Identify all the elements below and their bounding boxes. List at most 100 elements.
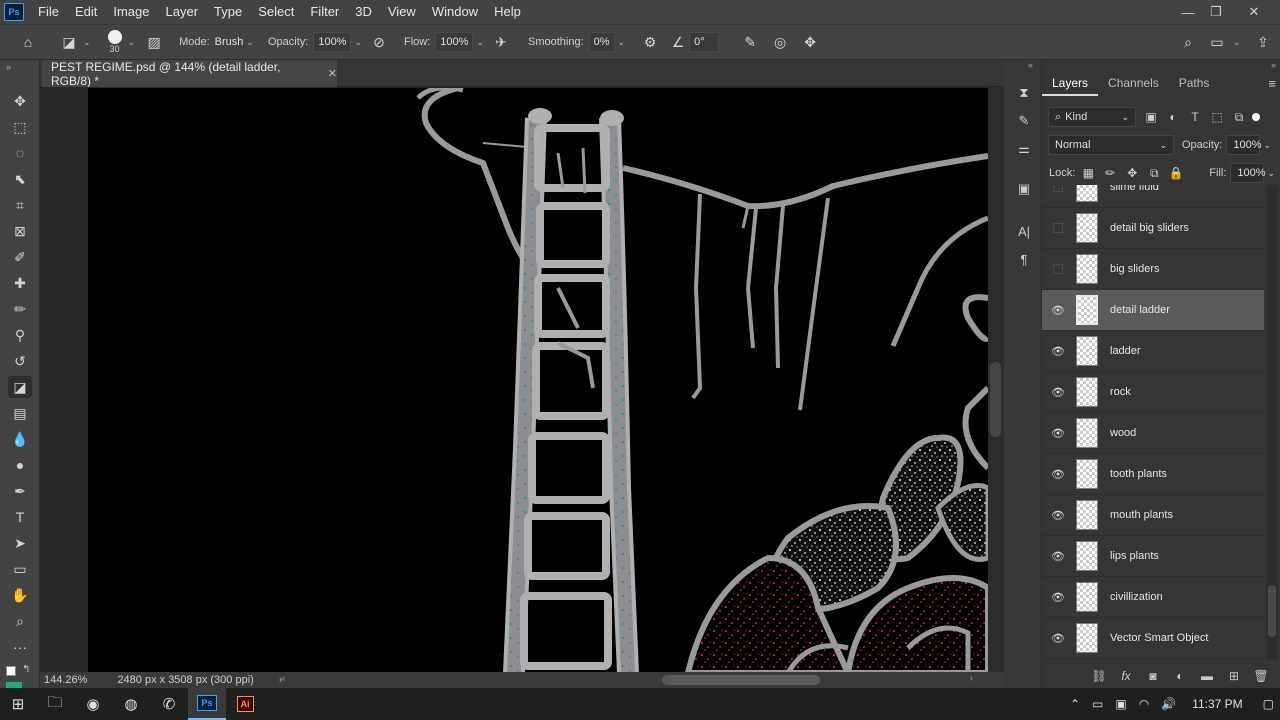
- scroll-left-icon[interactable]: ‹: [282, 673, 285, 684]
- paragraph-panel-icon[interactable]: ¶: [1013, 248, 1035, 270]
- menu-view[interactable]: View: [380, 0, 424, 24]
- add-mask-icon[interactable]: ◙: [1142, 666, 1164, 686]
- chevron-down-icon[interactable]: ⌄: [1267, 168, 1275, 179]
- smoothing-input[interactable]: 0%: [588, 32, 615, 52]
- lasso-tool-icon[interactable]: ◌: [8, 142, 32, 164]
- layer-name[interactable]: rock: [1110, 386, 1131, 398]
- gradient-tool-icon[interactable]: ▤: [8, 402, 32, 424]
- close-tab-icon[interactable]: ✕: [328, 67, 337, 80]
- filter-adjustment-icon[interactable]: ◐: [1162, 107, 1184, 127]
- clock[interactable]: 11:37 PM: [1192, 697, 1242, 711]
- marquee-tool-icon[interactable]: ⬚: [8, 116, 32, 138]
- filter-smart-object-icon[interactable]: ⧉: [1228, 107, 1250, 127]
- rectangle-tool-icon[interactable]: ▭: [8, 558, 32, 580]
- erase-to-history-icon[interactable]: ◎: [769, 31, 791, 53]
- chevron-down-icon[interactable]: ⌄: [246, 37, 254, 48]
- hand-tool-icon[interactable]: ✋: [8, 584, 32, 606]
- layer-opacity-input[interactable]: 100%: [1226, 135, 1262, 155]
- windows-start-icon[interactable]: ⊞: [0, 688, 36, 720]
- menu-3d[interactable]: 3D: [347, 0, 380, 24]
- foreground-color-swatch[interactable]: [6, 666, 16, 676]
- canvas-horizontal-scrollbar[interactable]: ‹ ›: [280, 672, 975, 688]
- layer-thumbnail[interactable]: [1076, 336, 1098, 366]
- brush-settings-icon[interactable]: ▨: [143, 31, 165, 53]
- photoshop-logo-icon[interactable]: Ps: [4, 3, 24, 21]
- collapse-arrows-icon[interactable]: »: [6, 62, 11, 72]
- fill-input[interactable]: 100%: [1230, 163, 1266, 183]
- layer-row[interactable]: 👁 ladder: [1042, 331, 1264, 372]
- layer-name[interactable]: ladder: [1110, 345, 1141, 357]
- pressure-size-icon[interactable]: ✎: [739, 31, 761, 53]
- blend-mode-select[interactable]: Normal ⌄: [1048, 135, 1174, 155]
- chevron-down-icon[interactable]: ⌄: [476, 37, 484, 48]
- menu-select[interactable]: Select: [250, 0, 302, 24]
- eye-icon[interactable]: 👁: [1042, 509, 1074, 522]
- layers-scrollbar[interactable]: [1266, 185, 1278, 659]
- brush-preset-picker[interactable]: 30: [105, 30, 125, 54]
- eraser-tool-icon[interactable]: ◪: [8, 376, 32, 398]
- layer-row[interactable]: slime fluid: [1042, 185, 1264, 208]
- layer-thumbnail[interactable]: [1076, 254, 1098, 284]
- layer-thumbnail[interactable]: [1076, 295, 1098, 325]
- menu-file[interactable]: File: [30, 0, 67, 24]
- filter-toggle-icon[interactable]: [1252, 113, 1260, 121]
- share-icon[interactable]: ⇪: [1252, 31, 1274, 53]
- layer-row[interactable]: 👁 rock: [1042, 372, 1264, 413]
- pen-tool-icon[interactable]: ✒: [8, 480, 32, 502]
- airbrush-icon[interactable]: ✈: [490, 31, 512, 53]
- layer-row[interactable]: 👁 lips plants: [1042, 536, 1264, 577]
- menu-help[interactable]: Help: [486, 0, 529, 24]
- gear-icon[interactable]: ⚙: [639, 31, 661, 53]
- collapse-arrows-icon[interactable]: «: [1028, 60, 1033, 70]
- scrollbar-thumb[interactable]: [990, 362, 1001, 437]
- canvas[interactable]: [88, 88, 988, 672]
- tab-channels[interactable]: Channels: [1098, 70, 1169, 96]
- chevron-up-icon[interactable]: ⌃: [1070, 697, 1080, 711]
- eye-icon[interactable]: 👁: [1042, 304, 1074, 317]
- battery-icon[interactable]: ▭: [1092, 697, 1103, 711]
- menu-filter[interactable]: Filter: [302, 0, 347, 24]
- zoom-tool-icon[interactable]: ⌕: [8, 610, 32, 632]
- layer-thumbnail[interactable]: [1076, 418, 1098, 448]
- eye-icon[interactable]: 👁: [1042, 427, 1074, 440]
- layer-row[interactable]: 👁 tooth plants: [1042, 454, 1264, 495]
- home-icon[interactable]: ⌂: [17, 31, 39, 53]
- new-layer-icon[interactable]: ⊞: [1223, 666, 1245, 686]
- layer-row[interactable]: detail big sliders: [1042, 208, 1264, 249]
- filter-type-icon[interactable]: T: [1184, 107, 1206, 127]
- chevron-down-icon[interactable]: ⌄: [354, 37, 362, 48]
- chevron-down-icon[interactable]: ⌄: [1233, 37, 1241, 48]
- document-tab[interactable]: PEST REGIME.psd @ 144% (detail ladder, R…: [42, 60, 337, 88]
- menu-image[interactable]: Image: [105, 0, 157, 24]
- menu-window[interactable]: Window: [424, 0, 486, 24]
- object-selection-tool-icon[interactable]: ⬉: [8, 168, 32, 190]
- swap-colors-icon[interactable]: ↰: [22, 664, 30, 675]
- filter-shape-icon[interactable]: ⬚: [1206, 107, 1228, 127]
- filter-kind-select[interactable]: ⌕ Kind ⌄: [1048, 107, 1136, 127]
- history-panel-icon[interactable]: ⧗: [1013, 82, 1035, 104]
- layer-name[interactable]: wood: [1110, 427, 1136, 439]
- adjustment-layer-icon[interactable]: ◐: [1169, 666, 1191, 686]
- scrollbar-thumb[interactable]: [662, 675, 820, 685]
- layer-thumbnail[interactable]: [1076, 541, 1098, 571]
- layer-row[interactable]: 👁 civillization: [1042, 577, 1264, 618]
- menu-layer[interactable]: Layer: [158, 0, 207, 24]
- tab-paths[interactable]: Paths: [1169, 70, 1220, 96]
- layer-row[interactable]: 👁 detail ladder: [1042, 290, 1264, 331]
- chevron-down-icon[interactable]: ⌄: [1263, 140, 1271, 151]
- type-tool-icon[interactable]: T: [8, 506, 32, 528]
- layer-name[interactable]: tooth plants: [1110, 468, 1167, 480]
- symmetry-icon[interactable]: ✥: [799, 31, 821, 53]
- layer-name[interactable]: slime fluid: [1110, 185, 1159, 193]
- layer-thumbnail[interactable]: [1076, 582, 1098, 612]
- lock-transparent-icon[interactable]: ▦: [1077, 163, 1099, 183]
- visibility-toggle[interactable]: [1042, 185, 1074, 192]
- chevron-down-icon[interactable]: ⌄: [83, 37, 91, 48]
- chevron-down-icon[interactable]: ⌄: [128, 37, 136, 48]
- mode-select[interactable]: Brush: [215, 36, 244, 48]
- layer-row[interactable]: 👁 mouth plants: [1042, 495, 1264, 536]
- layer-row[interactable]: big sliders: [1042, 249, 1264, 290]
- scrollbar-thumb[interactable]: [1268, 585, 1276, 637]
- canvas-area[interactable]: [40, 87, 988, 672]
- lock-position-icon[interactable]: ✥: [1121, 163, 1143, 183]
